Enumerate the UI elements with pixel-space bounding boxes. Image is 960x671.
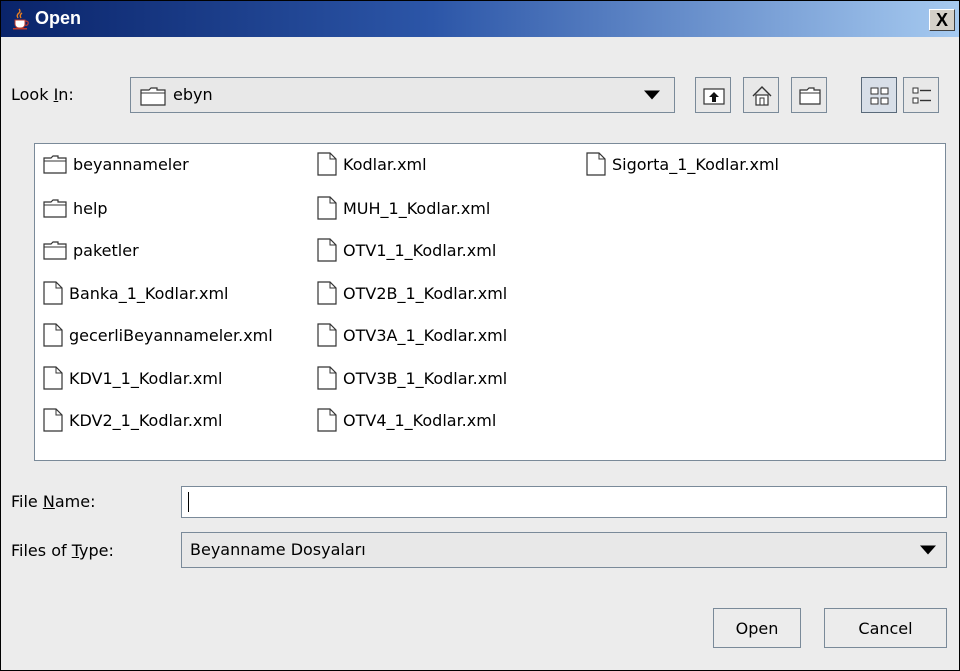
- list-item-label: Kodlar.xml: [343, 154, 427, 174]
- file-icon: [317, 196, 337, 220]
- list-item-label: OTV2B_1_Kodlar.xml: [343, 283, 508, 303]
- cancel-button[interactable]: Cancel: [824, 608, 947, 648]
- list-item[interactable]: Banka_1_Kodlar.xml: [43, 278, 228, 308]
- details-view-icon: [912, 87, 931, 104]
- list-item-label: Sigorta_1_Kodlar.xml: [612, 154, 779, 174]
- file-icon: [317, 323, 337, 347]
- list-item-label: OTV1_1_Kodlar.xml: [343, 240, 497, 260]
- look-in-value: ebyn: [173, 85, 213, 104]
- file-icon: [43, 323, 63, 347]
- file-icon: [43, 281, 63, 305]
- list-view-icon: [870, 87, 889, 105]
- file-name-label: File Name:: [11, 492, 96, 511]
- list-item[interactable]: help: [43, 193, 108, 223]
- list-item-label: Banka_1_Kodlar.xml: [69, 283, 229, 303]
- file-icon: [317, 238, 337, 262]
- up-one-level-button[interactable]: [695, 77, 731, 113]
- list-item[interactable]: OTV2B_1_Kodlar.xml: [317, 278, 507, 308]
- close-button[interactable]: X: [929, 9, 955, 31]
- files-of-type-label: Files of Type:: [11, 541, 114, 560]
- window-title: Open: [35, 8, 82, 28]
- new-folder-icon: [799, 87, 821, 105]
- list-view-button[interactable]: [861, 77, 897, 113]
- files-of-type-combo[interactable]: Beyanname Dosyaları: [181, 532, 947, 568]
- list-item-label: beyannameler: [73, 154, 189, 174]
- list-item-label: paketler: [73, 240, 139, 260]
- chevron-down-icon[interactable]: [920, 545, 936, 555]
- folder-icon: [43, 155, 67, 174]
- list-item[interactable]: KDV2_1_Kodlar.xml: [43, 405, 222, 435]
- open-button[interactable]: Open: [713, 608, 801, 648]
- file-icon: [586, 152, 606, 176]
- file-icon: [317, 281, 337, 305]
- files-of-type-value: Beyanname Dosyaları: [190, 540, 366, 559]
- list-item[interactable]: OTV3A_1_Kodlar.xml: [317, 320, 507, 350]
- list-item[interactable]: Kodlar.xml: [317, 149, 427, 179]
- file-icon: [317, 408, 337, 432]
- details-view-button[interactable]: [903, 77, 939, 113]
- title-bar[interactable]: Open X: [1, 1, 959, 37]
- folder-icon: [43, 241, 67, 260]
- list-item[interactable]: gecerliBeyannameler.xml: [43, 320, 273, 350]
- look-in-label: Look In:: [11, 85, 74, 104]
- new-folder-button[interactable]: [791, 77, 827, 113]
- list-item-label: OTV4_1_Kodlar.xml: [343, 410, 497, 430]
- list-item-label: KDV1_1_Kodlar.xml: [69, 368, 223, 388]
- up-one-level-icon: [703, 88, 725, 105]
- home-button[interactable]: [743, 77, 779, 113]
- file-icon: [43, 408, 63, 432]
- list-item-label: MUH_1_Kodlar.xml: [343, 198, 491, 218]
- home-icon: [752, 86, 772, 106]
- file-icon: [43, 366, 63, 390]
- folder-icon: [140, 87, 166, 106]
- list-item[interactable]: Sigorta_1_Kodlar.xml: [586, 149, 779, 179]
- chevron-down-icon[interactable]: [644, 90, 660, 100]
- text-caret: [188, 492, 189, 512]
- folder-icon: [43, 199, 67, 218]
- open-dialog: Open X Look In: ebyn beyannameler help p…: [0, 0, 960, 671]
- list-item[interactable]: OTV3B_1_Kodlar.xml: [317, 363, 507, 393]
- look-in-combo[interactable]: ebyn: [130, 77, 675, 113]
- file-name-input[interactable]: [181, 486, 947, 518]
- file-icon: [317, 366, 337, 390]
- list-item[interactable]: OTV1_1_Kodlar.xml: [317, 235, 496, 265]
- list-item[interactable]: paketler: [43, 235, 139, 265]
- list-item[interactable]: OTV4_1_Kodlar.xml: [317, 405, 496, 435]
- list-item[interactable]: KDV1_1_Kodlar.xml: [43, 363, 222, 393]
- file-list[interactable]: beyannameler help paketler Banka_1_Kodla…: [34, 143, 946, 461]
- list-item[interactable]: beyannameler: [43, 149, 189, 179]
- java-cup-icon: [13, 8, 29, 30]
- file-icon: [317, 152, 337, 176]
- list-item-label: OTV3A_1_Kodlar.xml: [343, 325, 508, 345]
- list-item-label: help: [73, 198, 108, 218]
- list-item-label: KDV2_1_Kodlar.xml: [69, 410, 223, 430]
- list-item[interactable]: MUH_1_Kodlar.xml: [317, 193, 490, 223]
- list-item-label: OTV3B_1_Kodlar.xml: [343, 368, 508, 388]
- list-item-label: gecerliBeyannameler.xml: [69, 325, 273, 345]
